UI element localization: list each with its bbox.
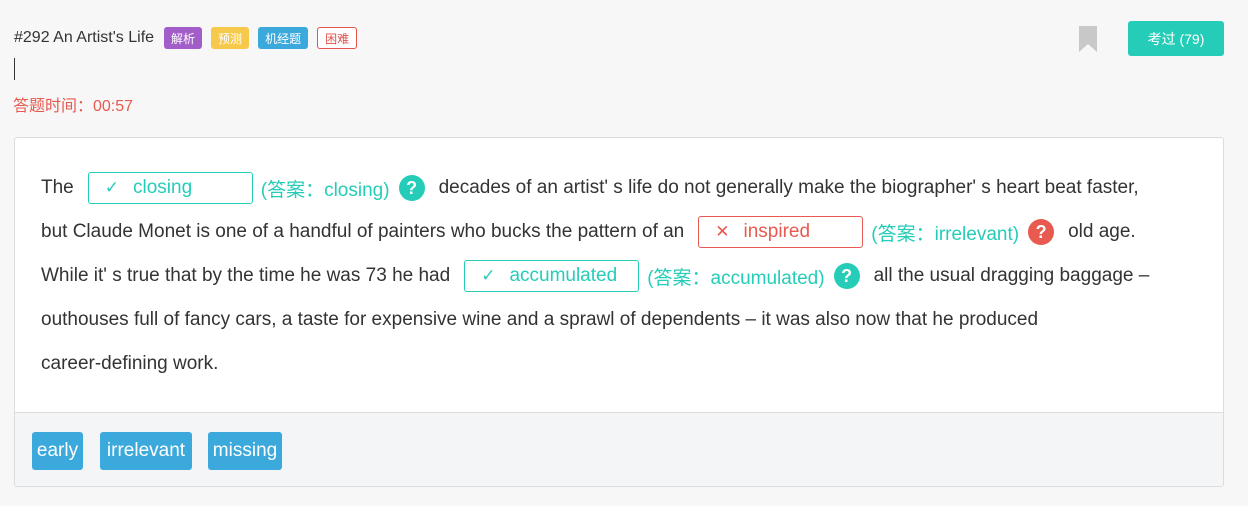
passage-text: The: [41, 177, 74, 198]
passage-text: While it' s true that by the time he was…: [41, 265, 451, 286]
check-icon: ✓: [481, 266, 496, 285]
passage-line: The ✓ closing (答案：closing) ? decades of …: [41, 171, 1203, 205]
word-options-bar: early irrelevant missing: [15, 412, 1223, 486]
tag-prediction[interactable]: 预测: [211, 27, 250, 49]
blank-value: closing: [133, 177, 193, 198]
question-title: #292 An Artist's Life: [14, 29, 155, 46]
question-header: #292 An Artist's Life 解析 预测 机经题 困难: [14, 26, 366, 50]
answer-label: (答案：closing): [260, 179, 390, 201]
answer-timer: 答题时间：00:57: [13, 98, 134, 115]
passage-line: outhouses full of fancy cars, a taste fo…: [41, 303, 1203, 337]
blank-value: inspired: [743, 221, 811, 242]
option-chip-early[interactable]: early: [32, 432, 83, 470]
tag-real-exam[interactable]: 机经题: [258, 27, 309, 49]
passage: The ✓ closing (答案：closing) ? decades of …: [15, 138, 1223, 412]
help-icon[interactable]: ?: [398, 175, 425, 201]
blank-value: accumulated: [509, 265, 618, 286]
option-chip-irrelevant[interactable]: irrelevant: [100, 432, 192, 470]
passage-line: career-defining work.: [41, 347, 1203, 381]
blank-3[interactable]: ✓ accumulated: [464, 260, 640, 292]
passage-text: outhouses full of fancy cars, a taste fo…: [41, 309, 1039, 330]
cross-icon: ✕: [715, 222, 730, 241]
passage-line: While it' s true that by the time he was…: [41, 259, 1203, 293]
passage-text: decades of an artist' s life do not gene…: [438, 177, 1139, 198]
check-icon: ✓: [104, 178, 119, 197]
help-icon[interactable]: ?: [833, 263, 860, 289]
answer-label: (答案：accumulated): [647, 267, 825, 289]
passed-count-button[interactable]: 考过 (79): [1128, 21, 1224, 56]
option-chip-missing[interactable]: missing: [208, 432, 282, 470]
passage-text: all the usual dragging baggage –: [873, 265, 1150, 286]
blank-2[interactable]: ✕ inspired: [698, 216, 864, 248]
tag-analysis[interactable]: 解析: [164, 27, 203, 49]
blank-1[interactable]: ✓ closing: [87, 172, 253, 204]
question-card: The ✓ closing (答案：closing) ? decades of …: [14, 137, 1224, 487]
answer-label: (答案：irrelevant): [871, 223, 1020, 245]
help-icon[interactable]: ?: [1028, 219, 1055, 245]
bookmark-icon[interactable]: [1079, 26, 1097, 52]
passage-text: but Claude Monet is one of a handful of …: [41, 221, 685, 242]
text-cursor: [14, 58, 15, 80]
passage-line: but Claude Monet is one of a handful of …: [41, 215, 1203, 249]
passage-text: career-defining work.: [41, 353, 219, 374]
passage-text: old age.: [1068, 221, 1136, 242]
tag-difficulty: 困难: [317, 27, 358, 49]
